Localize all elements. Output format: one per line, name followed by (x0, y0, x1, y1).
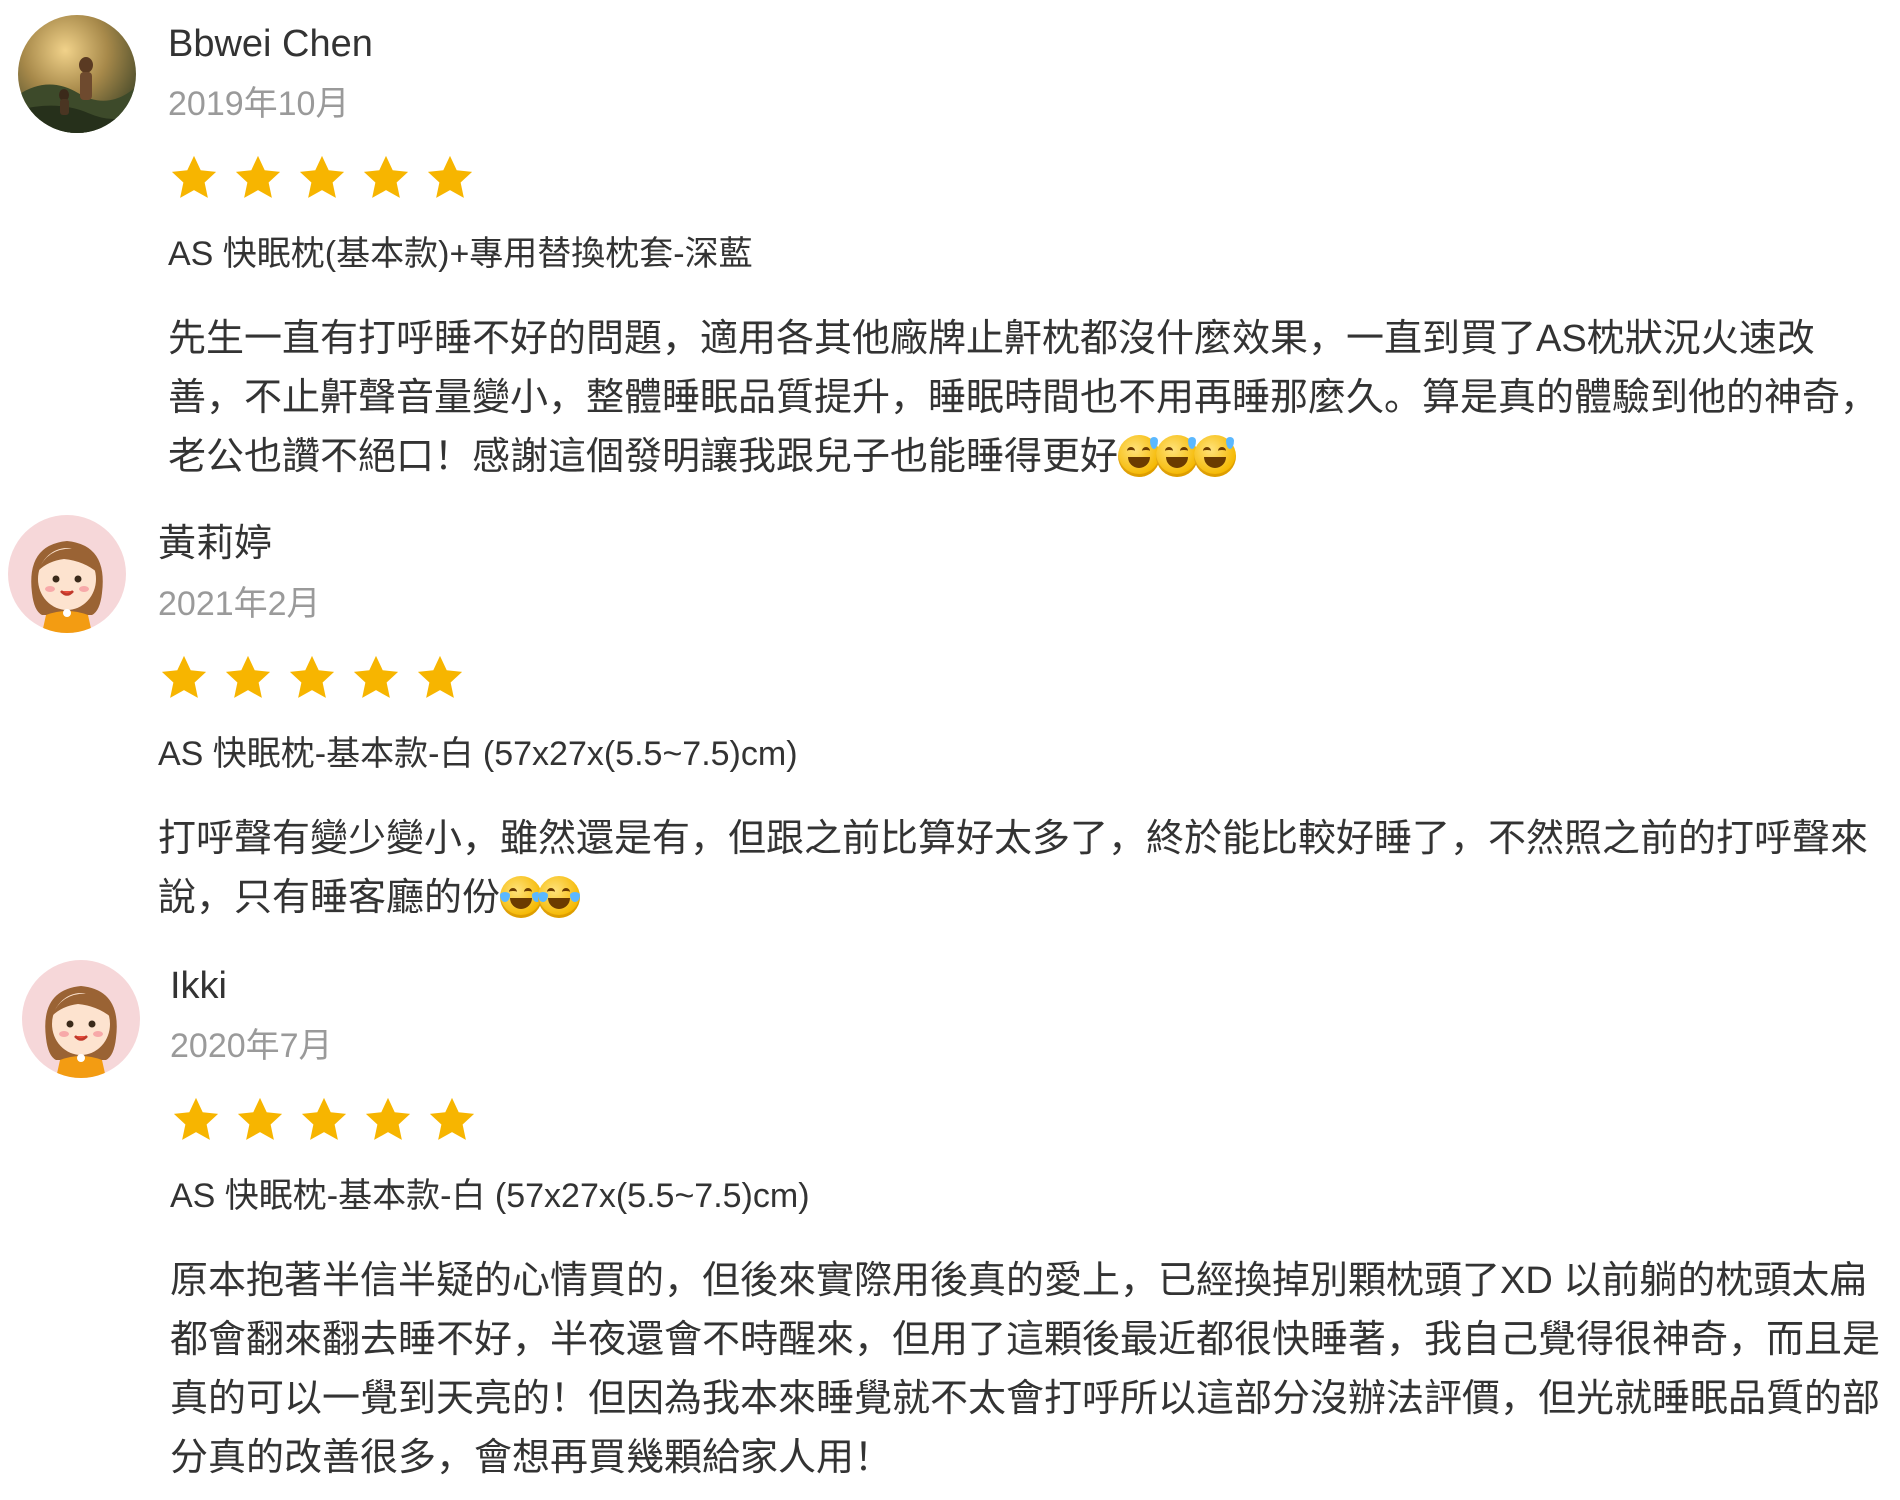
review-text: 先生一直有打呼睡不好的問題，適用各其他廠牌止鼾枕都沒什麼效果，一直到買了AS枕狀… (168, 310, 1888, 487)
grinning-sweat-emoji-icon (1118, 435, 1161, 477)
reviewer-name: Ikki (170, 965, 227, 1007)
reviewer-avatar (8, 515, 126, 633)
grinning-sweat-emoji-icon (1194, 435, 1237, 477)
star-icon (417, 655, 463, 698)
star-rating (158, 652, 1888, 706)
reviewer-name: Bbwei Chen (168, 23, 373, 65)
star-icon (363, 155, 409, 198)
default-girl-avatar-icon (22, 960, 140, 1078)
review-date: 2021年2月 (158, 585, 321, 623)
star-icon (301, 1097, 347, 1140)
product-variant: AS 快眠枕-基本款-白 (57x27x(5.5~7.5)cm) (158, 735, 798, 773)
review-body: 打呼聲有變少變小，雖然還是有，但跟之前比算好太多了，終於能比較好睡了，不然照之前… (158, 818, 1869, 919)
star-icon (289, 655, 335, 698)
star-icon (353, 655, 399, 698)
grinning-sweat-emoji-icon (1156, 435, 1199, 477)
review-body: 原本抱著半信半疑的心情買的，但後來實際用後真的愛上，已經換掉別顆枕頭了XD 以前… (170, 1260, 1881, 1479)
star-icon (365, 1097, 411, 1140)
star-icon (171, 155, 217, 198)
review-date: 2019年10月 (168, 85, 350, 123)
tears-of-joy-emoji-icon (538, 876, 581, 918)
star-icon (427, 155, 473, 198)
star-icon (429, 1097, 475, 1140)
tears-of-joy-emoji-icon (500, 876, 543, 918)
product-variant: AS 快眠枕-基本款-白 (57x27x(5.5~7.5)cm) (170, 1177, 810, 1215)
reviewer-name: 黃莉婷 (158, 523, 273, 565)
review-text: 原本抱著半信半疑的心情買的，但後來實際用後真的愛上，已經換掉別顆枕頭了XD 以前… (170, 1252, 1890, 1488)
star-icon (235, 155, 281, 198)
star-icon (237, 1097, 283, 1140)
reviewer-avatar (18, 15, 136, 133)
star-icon (161, 655, 207, 698)
review-date: 2020年7月 (170, 1027, 333, 1065)
review-text: 打呼聲有變少變小，雖然還是有，但跟之前比算好太多了，終於能比較好睡了，不然照之前… (158, 810, 1888, 928)
star-icon (173, 1097, 219, 1140)
default-girl-avatar-icon (8, 515, 126, 633)
star-icon (299, 155, 345, 198)
product-variant: AS 快眠枕(基本款)+專用替換枕套-深藍 (168, 235, 753, 273)
star-icon (225, 655, 271, 698)
review-body: 先生一直有打呼睡不好的問題，適用各其他廠牌止鼾枕都沒什麼效果，一直到買了AS枕狀… (168, 318, 1879, 478)
photo-avatar-icon (18, 15, 136, 133)
star-rating (168, 152, 1888, 206)
star-rating (170, 1094, 1890, 1148)
reviewer-avatar (22, 960, 140, 1078)
